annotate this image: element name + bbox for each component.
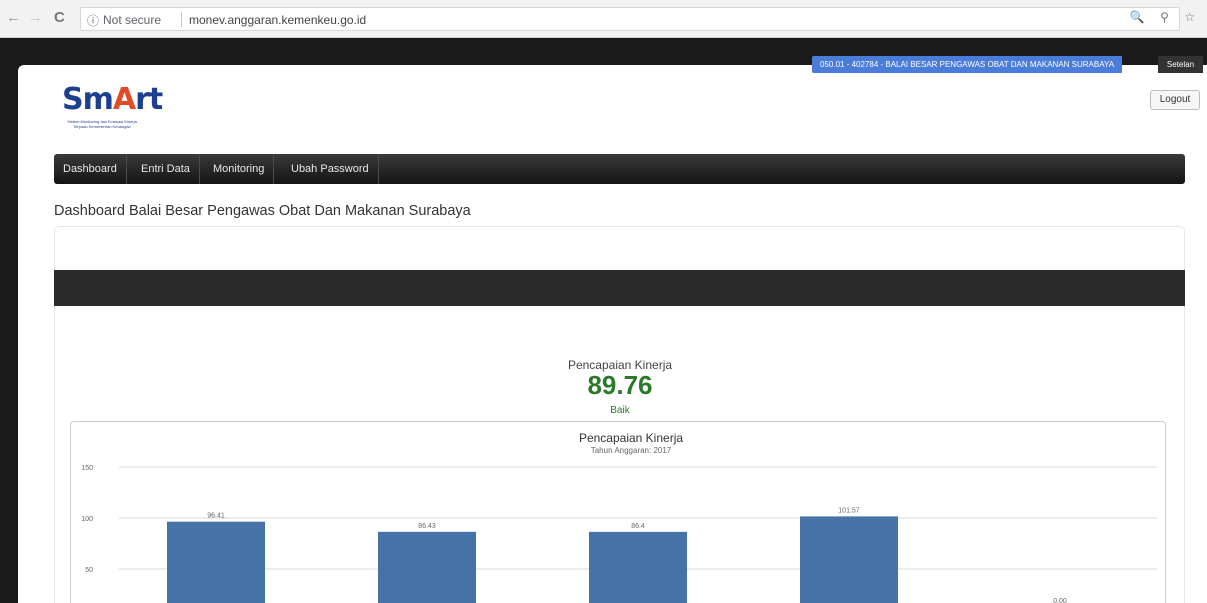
y-tick-label: 150: [81, 465, 93, 472]
kpi-status: Baik: [610, 405, 630, 416]
bar-data-label: 96.41: [207, 513, 225, 520]
bar-data-label: 0.00: [1053, 598, 1067, 603]
y-tick-label: 100: [81, 516, 93, 523]
logo-tagline: Sistem Monitoring dan Evaluasi Kinerja T…: [67, 119, 137, 129]
divider: [181, 12, 182, 27]
menu-ubah-password[interactable]: Ubah Password: [282, 154, 379, 184]
settings-button[interactable]: Setelan: [1158, 56, 1203, 73]
main-menu: Dashboard Entri Data Monitoring Ubah Pas…: [54, 154, 1185, 184]
kpi-value: 89.76: [587, 370, 653, 400]
smart-logo[interactable]: SmArt Sistem Monitoring dan Evaluasi Kin…: [62, 82, 182, 152]
chart-bar[interactable]: [800, 516, 898, 603]
bar-data-label: 101.57: [838, 507, 860, 514]
back-icon[interactable]: ←: [6, 9, 21, 27]
chart-bar[interactable]: [378, 531, 476, 603]
info-icon[interactable]: ⓘ: [87, 12, 99, 29]
chart-subtitle: Tahun Anggaran: 2017: [591, 446, 672, 455]
bar-data-label: 86.4: [631, 523, 645, 530]
y-tick-label: 50: [85, 567, 93, 574]
chart-bar[interactable]: [167, 521, 265, 603]
browser-toolbar: ← → C ⓘ Not secure monev.anggaran.kemenk…: [0, 0, 1207, 38]
chart-title: Pencapaian Kinerja: [579, 431, 683, 445]
forward-icon[interactable]: →: [28, 9, 43, 27]
bar-data-label: 86.43: [418, 523, 436, 530]
zoom-key-star-icons[interactable]: 🔍 ⚲ ☆: [1130, 10, 1201, 24]
performance-bar-chart: Pencapaian Kinerja Tahun Anggaran: 2017 …: [81, 431, 1157, 603]
security-label: Not secure: [103, 13, 162, 27]
chart-bar[interactable]: [589, 531, 687, 603]
menu-entri-data[interactable]: Entri Data: [132, 154, 200, 184]
panel-header-bar: [54, 270, 1185, 306]
user-info-badge: 050.01 - 402784 - BALAI BESAR PENGAWAS O…: [812, 56, 1123, 73]
reload-icon[interactable]: C: [54, 9, 65, 27]
menu-dashboard[interactable]: Dashboard: [54, 154, 127, 184]
page-title: Dashboard Balai Besar Pengawas Obat Dan …: [54, 203, 471, 219]
chart-container: Pencapaian Kinerja Tahun Anggaran: 2017 …: [70, 421, 1166, 603]
address-bar[interactable]: ⓘ Not secure monev.anggaran.kemenkeu.go.…: [80, 7, 1180, 31]
menu-monitoring[interactable]: Monitoring: [204, 154, 275, 184]
url-text[interactable]: monev.anggaran.kemenkeu.go.id: [189, 13, 366, 27]
logout-button[interactable]: Logout: [1150, 90, 1200, 110]
